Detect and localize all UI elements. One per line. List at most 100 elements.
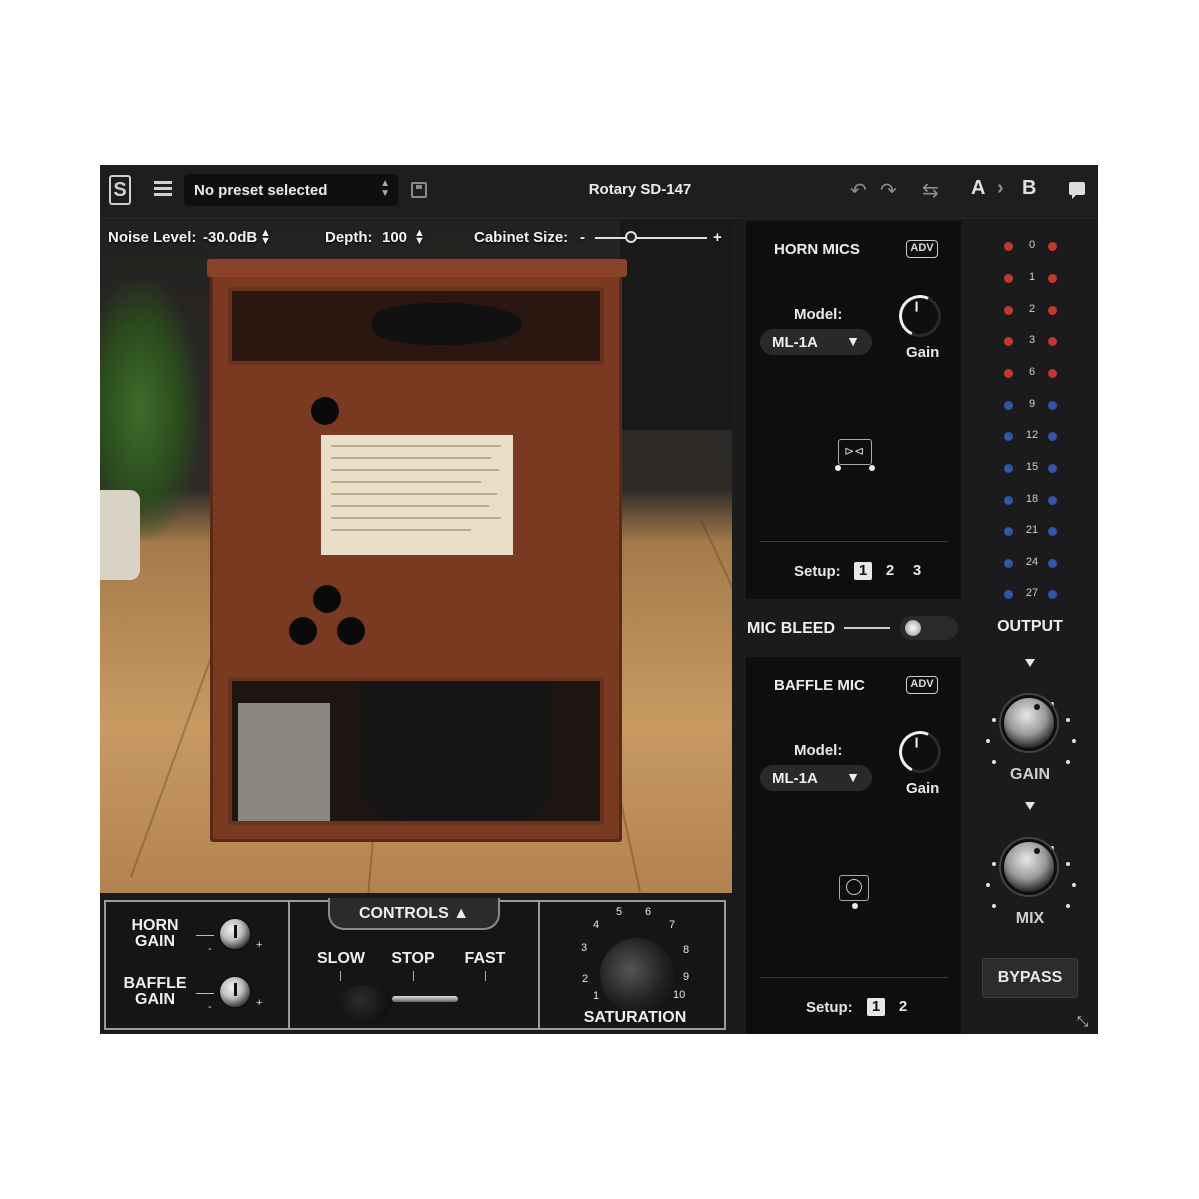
tick	[485, 971, 486, 981]
baffle-model-select[interactable]: ML-1A ▼	[760, 765, 872, 791]
horn-adv-button[interactable]: ADV	[906, 240, 938, 258]
ab-b-button[interactable]: B	[1022, 177, 1036, 200]
meter-row: 24	[1000, 556, 1064, 570]
mic-position-dot[interactable]	[852, 903, 858, 909]
scale-dot	[1066, 760, 1070, 764]
meter-led-left	[1004, 337, 1013, 346]
meter-scale-label: 6	[1028, 366, 1036, 378]
saturation-scale-7: 7	[669, 919, 676, 931]
baffle-setup-2[interactable]: 2	[894, 998, 912, 1016]
noise-stepper-icon[interactable]: ▲ ▼	[260, 228, 271, 247]
cabinet-size-label: Cabinet Size:	[474, 229, 569, 246]
preset-arrows-icon[interactable]: ▲ ▼	[380, 179, 390, 199]
resize-handle-icon[interactable]: ⤡	[1077, 1013, 1095, 1031]
meter-led-right	[1048, 590, 1057, 599]
meter-row: 0	[1000, 239, 1064, 253]
meter-row: 6	[1000, 366, 1064, 380]
horn-setup-3[interactable]: 3	[908, 562, 926, 580]
meter-row: 15	[1000, 461, 1064, 475]
chevron-down-icon: ▼	[846, 333, 860, 349]
baffle-gain-knob[interactable]	[218, 975, 252, 1009]
cabinet-size-plus[interactable]: +	[713, 229, 722, 246]
scale-dot	[1066, 904, 1070, 908]
baffle-gain-label: BAFFLE GAIN	[123, 975, 187, 1008]
scale-dot	[1072, 739, 1076, 743]
depth-value[interactable]: 100	[382, 229, 407, 246]
undo-icon[interactable]: ↶	[850, 178, 867, 203]
speed-fast-label[interactable]: FAST	[456, 951, 514, 967]
meter-led-right	[1048, 306, 1057, 315]
mic-position-dot[interactable]	[869, 465, 875, 471]
cabinet-size-slider[interactable]	[595, 237, 707, 239]
meter-led-right	[1048, 369, 1057, 378]
meter-led-right	[1048, 401, 1057, 410]
speed-lever[interactable]	[392, 996, 458, 1002]
mic-position-dot[interactable]	[835, 465, 841, 471]
ab-copy-arrow[interactable]: ›	[997, 177, 1004, 200]
meter-scale-label: 1	[1028, 271, 1036, 283]
vent-hole	[337, 617, 365, 645]
meter-scale-label: 3	[1028, 334, 1036, 346]
speed-slow-label[interactable]: SLOW	[312, 951, 370, 967]
speed-lever-base[interactable]	[336, 985, 392, 1023]
meter-scale-label: 15	[1025, 461, 1039, 473]
meter-led-right	[1048, 527, 1057, 536]
noise-level-value[interactable]: -30.0dB	[203, 229, 257, 246]
horn-model-label: Model:	[794, 306, 843, 323]
horn-model-value: ML-1A	[772, 334, 818, 351]
meter-led-right	[1048, 559, 1057, 568]
baffle-mic-title: BAFFLE MIC	[774, 677, 865, 694]
speed-stop-label[interactable]: STOP	[384, 951, 442, 967]
ab-a-button[interactable]: A	[971, 177, 985, 200]
horn-setup-2[interactable]: 2	[881, 562, 899, 580]
save-icon[interactable]	[411, 182, 427, 198]
horn-setup-1[interactable]: 1	[854, 562, 872, 580]
chat-icon[interactable]	[1069, 182, 1085, 199]
preset-selector[interactable]: No preset selected ▲ ▼	[184, 174, 398, 206]
meter-led-left	[1004, 274, 1013, 283]
meter-led-left	[1004, 527, 1013, 536]
meter-led-left	[1004, 559, 1013, 568]
output-gain-knob[interactable]	[1001, 695, 1057, 751]
horn-mic-gain-knob[interactable]	[893, 289, 947, 343]
baffle-mic-placement-icon[interactable]	[839, 875, 869, 901]
mic-bleed-toggle[interactable]	[900, 616, 958, 640]
saturation-scale-4: 4	[593, 919, 600, 931]
vent-hole	[311, 397, 339, 425]
horn-mic-placement-icon[interactable]: ⊳⊲	[838, 439, 872, 465]
tick	[196, 935, 214, 936]
meter-row: 18	[1000, 493, 1064, 507]
cabinet-size-thumb[interactable]	[625, 231, 637, 243]
output-label: OUTPUT	[997, 618, 1063, 635]
compare-icon[interactable]: ⇆	[922, 178, 939, 203]
meter-scale-label: 27	[1025, 587, 1039, 599]
noise-level-label: Noise Level:	[108, 229, 197, 246]
mix-marker-icon	[1025, 802, 1035, 810]
horn-mics-panel: HORN MICS ADV Model: ML-1A ▼ Gain ⊳⊲ Set…	[746, 221, 961, 599]
cabinet-size-minus[interactable]: -	[580, 229, 585, 246]
baffle-mic-gain-knob[interactable]	[893, 725, 947, 779]
cabinet-scene	[100, 220, 732, 893]
meter-row: 9	[1000, 398, 1064, 412]
controls-toggle-button[interactable]: CONTROLS ▲	[328, 898, 500, 930]
chevron-down-icon: ▼	[846, 769, 860, 785]
divider	[760, 541, 948, 542]
meter-row: 12	[1000, 429, 1064, 443]
horn-gain-knob[interactable]	[218, 917, 252, 951]
meter-scale-label: 9	[1028, 398, 1036, 410]
meter-led-left	[1004, 496, 1013, 505]
bypass-button[interactable]: BYPASS	[982, 958, 1078, 998]
output-mix-knob[interactable]	[1001, 839, 1057, 895]
menu-icon[interactable]	[154, 181, 172, 197]
saturation-label: SATURATION	[583, 1009, 687, 1026]
baffle-adv-button[interactable]: ADV	[906, 676, 938, 694]
redo-icon[interactable]: ↷	[880, 178, 897, 203]
mic-bleed-label: MIC BLEED	[747, 620, 835, 637]
tick	[340, 971, 341, 981]
meter-led-right	[1048, 496, 1057, 505]
depth-stepper-icon[interactable]: ▲ ▼	[414, 228, 425, 247]
baffle-setup-1[interactable]: 1	[867, 998, 885, 1016]
baffle-model-value: ML-1A	[772, 770, 818, 787]
baffle-gain-minus: -	[208, 1001, 212, 1013]
horn-model-select[interactable]: ML-1A ▼	[760, 329, 872, 355]
